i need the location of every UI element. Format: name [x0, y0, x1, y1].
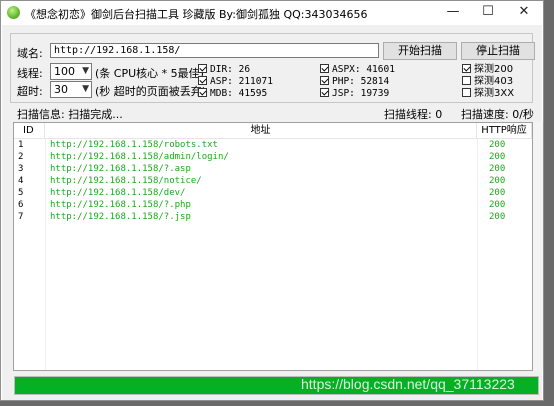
checkbox-box[interactable] [320, 88, 329, 97]
row-http-code: 200 [489, 200, 506, 210]
probe-403-checkbox[interactable]: 探测403 [462, 76, 513, 87]
table-header: ID 地址 HTTP响应 [14, 123, 532, 139]
timeout-hint: (秒 超时的页面被丢弃) [95, 85, 207, 98]
app-icon [7, 6, 20, 19]
timeout-value: 30 [54, 83, 68, 96]
client-area: 域名: http://192.168.1.158/ 开始扫描 停止扫描 线程: … [2, 25, 543, 400]
checkbox-box[interactable] [198, 64, 207, 73]
scan-info: 扫描信息: 扫描完成... [17, 108, 123, 121]
checkbox-box[interactable] [198, 88, 207, 97]
minimize-button[interactable]: — [438, 1, 468, 23]
start-scan-button[interactable]: 开始扫描 [383, 42, 457, 60]
row-url: http://192.168.1.158/?.php [50, 200, 191, 210]
chevron-down-icon: ▼ [82, 66, 89, 76]
table-row[interactable]: 6 http://192.168.1.158/?.php 200 [14, 199, 532, 211]
probe-label: 探测200 [474, 64, 514, 75]
probe-label: 探测3XX [474, 88, 515, 99]
results-table[interactable]: ID 地址 HTTP响应 1 http://192.168.1.158/robot… [13, 122, 533, 371]
row-http-code: 200 [489, 212, 506, 222]
row-http-code: 200 [489, 140, 506, 150]
dict-label: MDB: 41595 [210, 88, 268, 99]
title-bar[interactable]: 《想念初恋》御剑后台扫描工具 珍藏版 By:御剑孤独 QQ:343034656 … [1, 1, 543, 25]
dict-mdb-checkbox[interactable]: MDB: 41595 [198, 88, 267, 99]
probe-label: 探测403 [474, 76, 514, 87]
row-id: 6 [18, 200, 24, 210]
row-id: 4 [18, 176, 24, 186]
domain-label: 域名: [17, 47, 43, 60]
maximize-button[interactable]: ☐ [473, 1, 503, 23]
checkbox-box[interactable] [320, 76, 329, 85]
probe-3xx-checkbox[interactable]: 探测3XX [462, 88, 514, 99]
chevron-down-icon: ▼ [82, 84, 89, 94]
table-row[interactable]: 4 http://192.168.1.158/notice/200 [14, 175, 532, 187]
row-http-code: 200 [489, 176, 506, 186]
row-id: 7 [18, 212, 24, 222]
table-row[interactable]: 1 http://192.168.1.158/robots.txt 200 [14, 139, 532, 151]
table-row[interactable]: 2 http://192.168.1.158/admin/login/200 [14, 151, 532, 163]
threads-value: 100 [54, 65, 75, 78]
watermark-text: https://blog.csdn.net/qq_37113223 [301, 376, 515, 392]
table-row[interactable]: 3 http://192.168.1.158/?.asp 200 [14, 163, 532, 175]
checkbox-box[interactable] [462, 64, 471, 73]
dict-label: ASPX: 41601 [332, 64, 395, 75]
threads-select[interactable]: 100 ▼ [50, 63, 92, 80]
header-http-code[interactable]: HTTP响应 [477, 123, 532, 138]
domain-input[interactable]: http://192.168.1.158/ [50, 43, 379, 58]
row-http-code: 200 [489, 164, 506, 174]
threads-label: 线程: [17, 67, 43, 80]
table-row[interactable]: 7 http://192.168.1.158/?.jsp 200 [14, 211, 532, 223]
dict-aspx-checkbox[interactable]: ASPX: 41601 [320, 64, 395, 75]
dict-label: DIR: 26 [210, 64, 251, 75]
timeout-select[interactable]: 30 ▼ [50, 81, 92, 98]
dict-label: PHP: 52814 [332, 76, 390, 87]
row-id: 5 [18, 188, 24, 198]
row-url: http://192.168.1.158/admin/login/ [50, 152, 229, 162]
dict-php-checkbox[interactable]: PHP: 52814 [320, 76, 389, 87]
timeout-label: 超时: [17, 85, 43, 98]
checkbox-box[interactable] [198, 76, 207, 85]
scan-threads: 扫描线程: 0 [384, 108, 443, 121]
row-url: http://192.168.1.158/dev/ [50, 188, 186, 198]
vertical-scrollbar[interactable] [533, 122, 543, 371]
probe-200-checkbox[interactable]: 探测200 [462, 64, 513, 75]
dict-asp-checkbox[interactable]: ASP: 211071 [198, 76, 273, 87]
dict-label: ASP: 211071 [210, 76, 273, 87]
header-url[interactable]: 地址 [45, 123, 477, 138]
row-id: 1 [18, 140, 24, 150]
checkbox-box[interactable] [462, 88, 471, 97]
header-id[interactable]: ID [14, 123, 45, 138]
row-id: 3 [18, 164, 24, 174]
stop-scan-button[interactable]: 停止扫描 [461, 42, 535, 60]
table-body: 1 http://192.168.1.158/robots.txt 200 2 http… [14, 139, 532, 223]
close-button[interactable]: ✕ [509, 1, 539, 23]
row-id: 2 [18, 152, 24, 162]
threads-hint: (条 CPU核心 * 5最佳) [95, 67, 204, 80]
dict-dir-checkbox[interactable]: DIR: 26 [198, 64, 250, 75]
row-http-code: 200 [489, 152, 506, 162]
row-url: http://192.168.1.158/?.asp [50, 164, 191, 174]
row-url: http://192.168.1.158/?.jsp [50, 212, 191, 222]
dict-jsp-checkbox[interactable]: JSP: 19739 [320, 88, 389, 99]
checkbox-box[interactable] [462, 76, 471, 85]
window-title: 《想念初恋》御剑后台扫描工具 珍藏版 By:御剑孤独 QQ:343034656 [25, 8, 368, 21]
dict-label: JSP: 19739 [332, 88, 390, 99]
row-http-code: 200 [489, 188, 506, 198]
checkbox-box[interactable] [320, 64, 329, 73]
row-url: http://192.168.1.158/robots.txt [50, 140, 218, 150]
app-window: 《想念初恋》御剑后台扫描工具 珍藏版 By:御剑孤独 QQ:343034656 … [0, 0, 544, 401]
scan-speed: 扫描速度: 0/秒 [461, 108, 534, 121]
table-row[interactable]: 5 http://192.168.1.158/dev/200 [14, 187, 532, 199]
row-url: http://192.168.1.158/notice/ [50, 176, 202, 186]
